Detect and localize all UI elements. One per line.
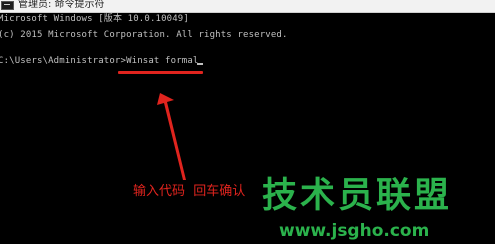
watermark-brand: 技术员联盟	[262, 176, 453, 216]
instruction-annotation: 输入代码 回车确认	[133, 184, 246, 199]
watermark-url: www.jsgho.com	[279, 221, 430, 241]
